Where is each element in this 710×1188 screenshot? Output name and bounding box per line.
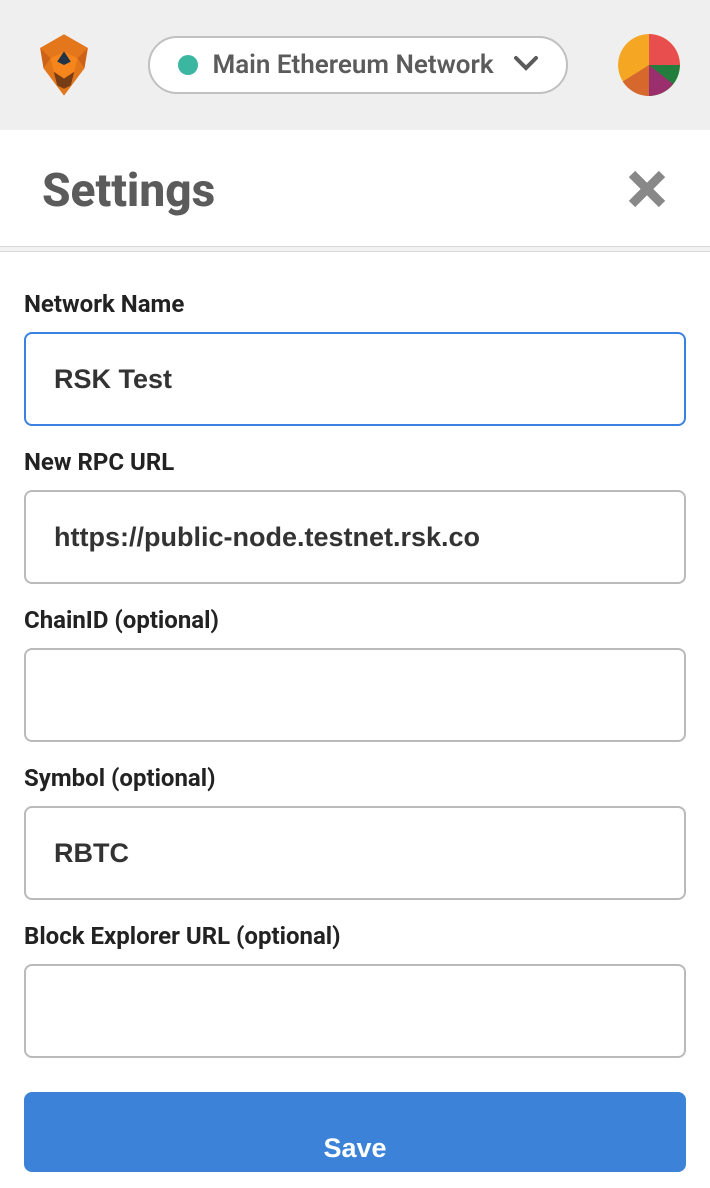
network-status-dot-icon	[178, 55, 198, 75]
block-explorer-label: Block Explorer URL (optional)	[24, 922, 686, 950]
chevron-down-icon	[514, 55, 538, 75]
account-avatar-icon[interactable]	[618, 34, 680, 96]
metamask-logo-icon	[30, 31, 98, 99]
page-title: Settings	[42, 164, 215, 218]
block-explorer-input[interactable]	[24, 964, 686, 1058]
network-label: Main Ethereum Network	[212, 50, 493, 80]
network-selector[interactable]: Main Ethereum Network	[148, 36, 567, 94]
close-icon[interactable]	[626, 168, 668, 214]
settings-form: Network Name New RPC URL ChainID (option…	[0, 252, 710, 1172]
network-name-label: Network Name	[24, 290, 686, 318]
symbol-label: Symbol (optional)	[24, 764, 686, 792]
network-name-input[interactable]	[24, 332, 686, 426]
save-button-label: Save	[323, 1133, 386, 1164]
symbol-input[interactable]	[24, 806, 686, 900]
rpc-url-input[interactable]	[24, 490, 686, 584]
app-header: Main Ethereum Network	[0, 0, 710, 130]
chain-id-label: ChainID (optional)	[24, 606, 686, 634]
save-button[interactable]: Save	[24, 1092, 686, 1172]
chain-id-input[interactable]	[24, 648, 686, 742]
title-row: Settings	[0, 130, 710, 246]
rpc-url-label: New RPC URL	[24, 448, 686, 476]
